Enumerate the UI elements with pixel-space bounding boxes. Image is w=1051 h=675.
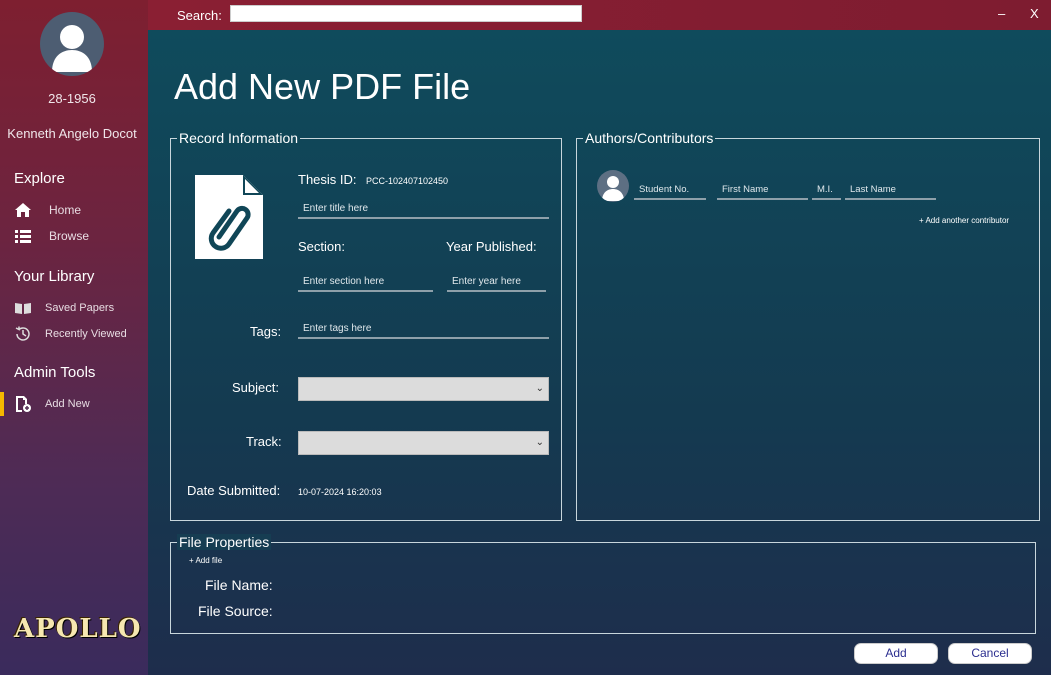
record-information-legend: Record Information xyxy=(177,130,301,146)
mi-input[interactable] xyxy=(812,180,841,200)
section-input[interactable] xyxy=(298,272,433,292)
last-name-input[interactable] xyxy=(845,180,936,200)
date-submitted-label: Date Submitted: xyxy=(187,483,281,498)
explore-title: Explore xyxy=(14,170,65,187)
contributor-avatar xyxy=(597,170,629,202)
add-file-icon xyxy=(14,395,32,413)
page-title: Add New PDF File xyxy=(174,66,471,107)
sidebar-item-recently-viewed[interactable]: Recently Viewed xyxy=(0,322,148,346)
user-silhouette-icon xyxy=(602,176,624,201)
pdf-file-icon xyxy=(193,173,265,261)
apollo-logo: APOLLO xyxy=(14,614,142,644)
list-icon xyxy=(14,227,32,245)
search-input[interactable] xyxy=(230,5,582,22)
minimize-button[interactable]: – xyxy=(998,6,1005,21)
sidebar-item-label: Saved Papers xyxy=(45,302,115,314)
sidebar-item-browse[interactable]: Browse xyxy=(0,224,148,248)
track-select[interactable]: ⌄ xyxy=(298,431,549,455)
sidebar-item-saved-papers[interactable]: Saved Papers xyxy=(0,296,148,320)
sidebar-item-label: Recently Viewed xyxy=(45,328,127,340)
sidebar-item-label: Home xyxy=(49,203,82,217)
user-name: Kenneth Angelo Docot xyxy=(7,126,137,141)
library-title: Your Library xyxy=(14,268,95,285)
authors-legend: Authors/Contributors xyxy=(583,130,716,146)
chevron-down-icon: ⌄ xyxy=(535,383,544,394)
sidebar-item-label: Add New xyxy=(45,398,90,410)
user-id: 28-1956 xyxy=(48,91,96,106)
file-source-label: File Source: xyxy=(198,603,273,619)
close-button[interactable]: X xyxy=(1030,6,1039,21)
search-label: Search: xyxy=(177,8,222,23)
first-name-input[interactable] xyxy=(717,180,808,200)
year-published-label: Year Published: xyxy=(446,239,537,254)
year-input[interactable] xyxy=(447,272,546,292)
book-icon xyxy=(14,299,32,317)
date-submitted-value: 10-07-2024 16:20:03 xyxy=(298,487,382,497)
thesis-id-label: Thesis ID: xyxy=(298,172,357,187)
subject-label: Subject: xyxy=(232,380,279,395)
add-file-link[interactable]: + Add file xyxy=(189,556,222,565)
chevron-down-icon: ⌄ xyxy=(535,437,544,448)
tags-input[interactable] xyxy=(298,319,549,339)
history-icon xyxy=(14,325,32,343)
user-avatar[interactable] xyxy=(40,12,104,76)
file-name-label: File Name: xyxy=(205,577,273,593)
student-no-input[interactable] xyxy=(634,180,706,200)
file-properties-legend: File Properties xyxy=(177,534,272,550)
file-properties-group: File Properties xyxy=(170,534,1036,634)
add-button[interactable]: Add xyxy=(854,643,938,664)
track-label: Track: xyxy=(246,434,282,449)
subject-select[interactable]: ⌄ xyxy=(298,377,549,401)
home-icon xyxy=(14,201,32,219)
section-label: Section: xyxy=(298,239,345,254)
sidebar: 28-1956 Kenneth Angelo Docot Explore Hom… xyxy=(0,0,148,675)
add-contributor-link[interactable]: + Add another contributor xyxy=(919,216,1009,225)
title-input[interactable] xyxy=(298,199,549,219)
thesis-id-value: PCC-102407102450 xyxy=(366,176,449,186)
sidebar-item-add-new[interactable]: Add New xyxy=(0,392,148,416)
sidebar-item-home[interactable]: Home xyxy=(0,198,148,222)
user-silhouette-icon xyxy=(52,25,92,72)
sidebar-item-label: Browse xyxy=(49,229,90,243)
admin-tools-title: Admin Tools xyxy=(14,364,96,381)
tags-label: Tags: xyxy=(250,324,282,339)
cancel-button[interactable]: Cancel xyxy=(948,643,1032,664)
